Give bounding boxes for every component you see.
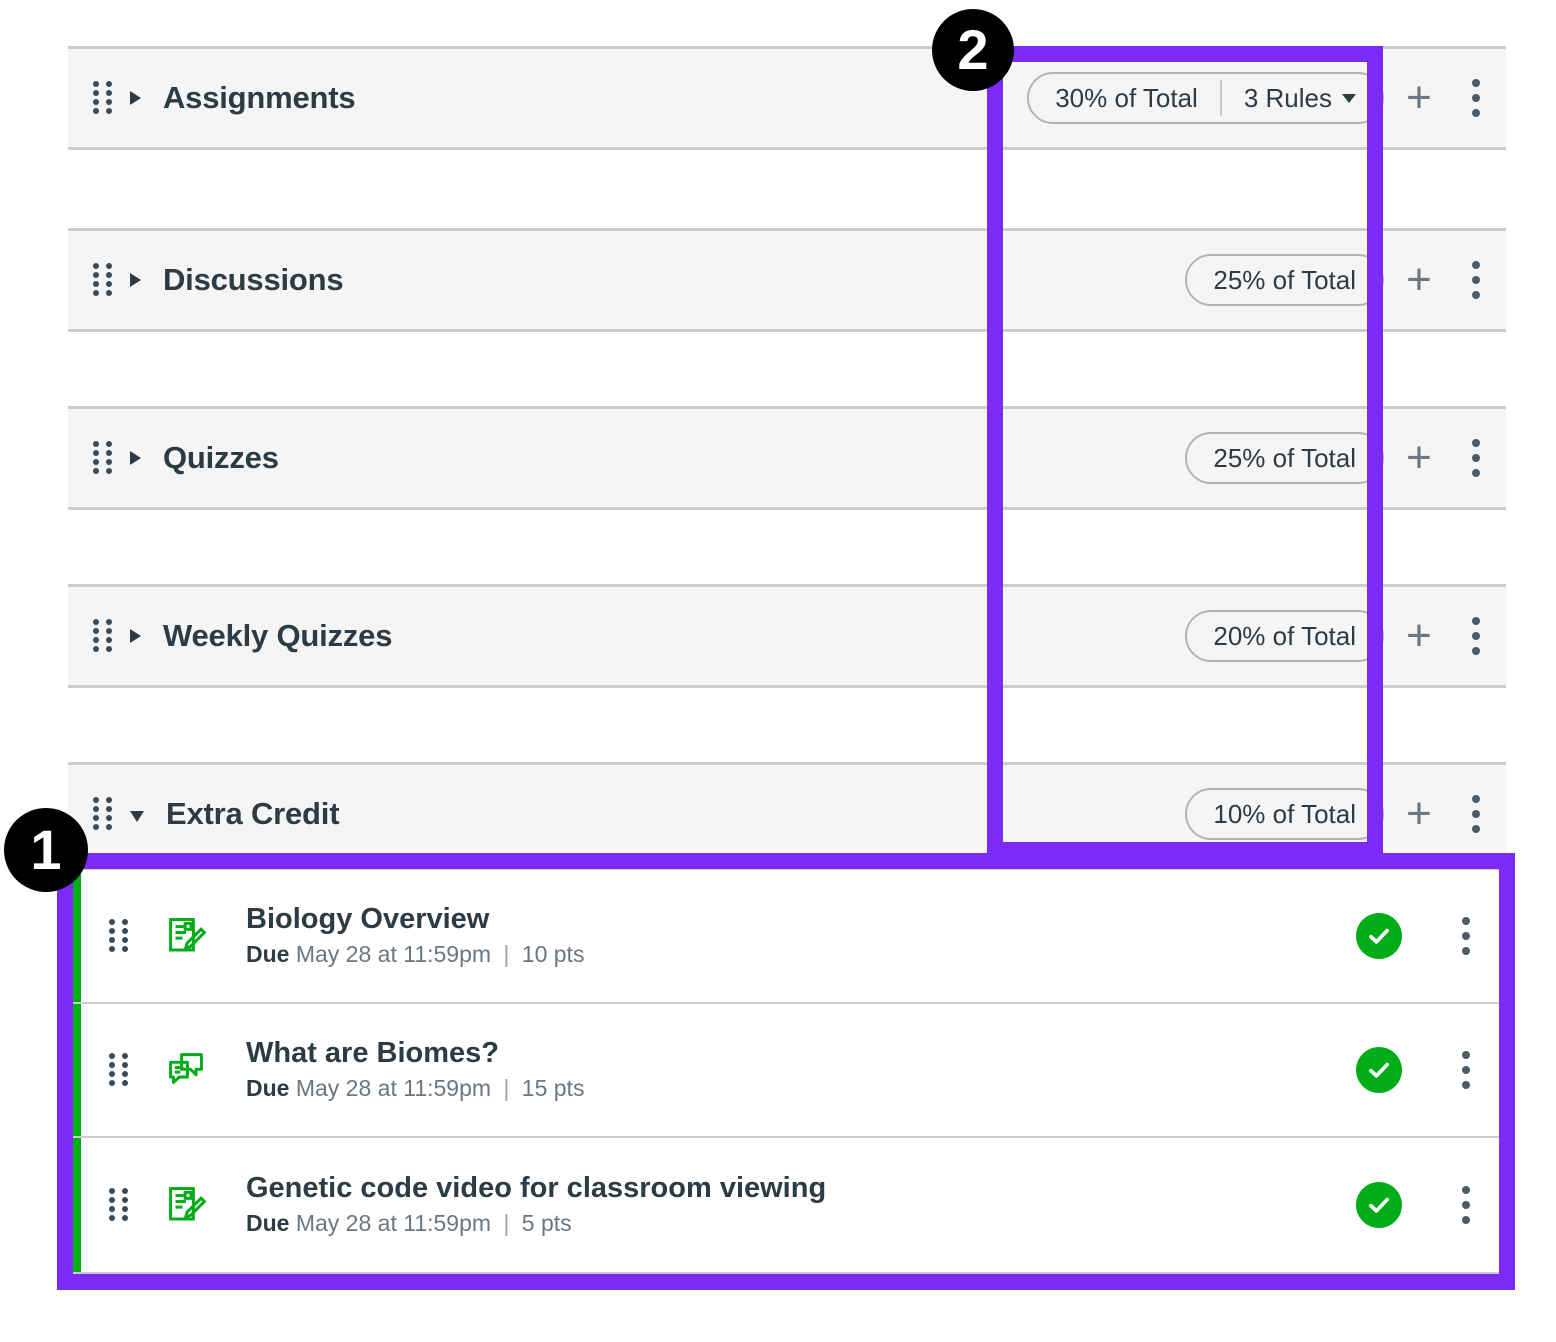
due-date: May 28 at 11:59pm bbox=[295, 941, 492, 968]
discussion-icon bbox=[164, 1048, 208, 1092]
item-text-block: Biology Overview Due May 28 at 11:59pm |… bbox=[246, 904, 584, 967]
add-assignment-button[interactable]: + bbox=[1392, 436, 1446, 480]
kebab-menu-icon[interactable] bbox=[1446, 439, 1506, 477]
triangle-right-icon[interactable] bbox=[130, 273, 141, 287]
drag-handle-icon[interactable] bbox=[92, 263, 114, 297]
group-weight-label: 25% of Total bbox=[1213, 265, 1356, 295]
item-text-block: What are Biomes? Due May 28 at 11:59pm |… bbox=[246, 1038, 584, 1101]
kebab-menu-icon[interactable] bbox=[1436, 1186, 1496, 1224]
add-assignment-button[interactable]: + bbox=[1392, 792, 1446, 836]
drag-handle-icon[interactable] bbox=[92, 441, 114, 475]
kebab-menu-icon[interactable] bbox=[1446, 617, 1506, 655]
meta-separator: | bbox=[503, 941, 510, 968]
due-date: May 28 at 11:59pm bbox=[295, 1210, 492, 1237]
drag-handle-icon[interactable] bbox=[108, 919, 130, 953]
group-rules-label[interactable]: 3 Rules bbox=[1222, 74, 1378, 122]
drag-handle-icon[interactable] bbox=[92, 619, 114, 653]
kebab-menu-icon[interactable] bbox=[1446, 79, 1506, 117]
add-assignment-button[interactable]: + bbox=[1392, 258, 1446, 302]
check-circle-icon[interactable] bbox=[1356, 1182, 1402, 1228]
list-item[interactable]: Biology Overview Due May 28 at 11:59pm |… bbox=[70, 870, 1504, 1004]
group-controls: 25% of Total + bbox=[1185, 432, 1506, 484]
assignment-groups-page: Assignments 30% of Total 3 Rules + Discu… bbox=[0, 0, 1556, 1342]
group-weight-pill[interactable]: 10% of Total bbox=[1185, 788, 1384, 840]
group-title: Extra Credit bbox=[166, 796, 340, 831]
meta-separator: | bbox=[503, 1210, 510, 1237]
add-assignment-button[interactable]: + bbox=[1392, 614, 1446, 658]
assignment-list: Biology Overview Due May 28 at 11:59pm |… bbox=[68, 868, 1506, 1274]
meta-separator: | bbox=[503, 1075, 510, 1102]
add-assignment-button[interactable]: + bbox=[1392, 76, 1446, 120]
group-weight-pill[interactable]: 30% of Total 3 Rules bbox=[1027, 72, 1384, 124]
published-indicator-bar bbox=[70, 870, 81, 1002]
due-label: Due bbox=[246, 941, 290, 968]
due-date: May 28 at 11:59pm bbox=[295, 1075, 492, 1102]
points-value: 10 pts bbox=[521, 941, 585, 968]
triangle-down-icon[interactable] bbox=[130, 810, 144, 822]
group-controls: 10% of Total + bbox=[1185, 788, 1506, 840]
published-indicator-bar bbox=[70, 1138, 81, 1272]
due-label: Due bbox=[246, 1210, 290, 1237]
assignment-icon bbox=[164, 914, 208, 958]
assignment-icon bbox=[164, 1183, 208, 1227]
item-text-block: Genetic code video for classroom viewing… bbox=[246, 1173, 826, 1236]
kebab-menu-icon[interactable] bbox=[1446, 795, 1506, 833]
group-row-discussions[interactable]: Discussions 25% of Total + bbox=[68, 228, 1506, 332]
points-value: 5 pts bbox=[521, 1210, 572, 1237]
drag-handle-icon[interactable] bbox=[108, 1053, 130, 1087]
due-label: Due bbox=[246, 1075, 290, 1102]
group-weight-pill[interactable]: 25% of Total bbox=[1185, 254, 1384, 306]
assignment-title[interactable]: Genetic code video for classroom viewing bbox=[246, 1173, 826, 1205]
chevron-down-icon bbox=[1342, 93, 1356, 103]
check-circle-icon[interactable] bbox=[1356, 913, 1402, 959]
item-controls bbox=[1356, 913, 1504, 959]
annotation-badge-1: 1 bbox=[4, 808, 88, 892]
group-row-weekly-quizzes[interactable]: Weekly Quizzes 20% of Total + bbox=[68, 584, 1506, 688]
group-title: Quizzes bbox=[163, 440, 279, 475]
group-title: Assignments bbox=[163, 80, 356, 115]
published-indicator-bar bbox=[70, 1004, 81, 1136]
item-controls bbox=[1356, 1047, 1504, 1093]
drag-handle-icon[interactable] bbox=[92, 797, 114, 831]
group-weight-label: 20% of Total bbox=[1213, 621, 1356, 651]
group-weight-label: 30% of Total bbox=[1055, 83, 1198, 113]
group-weight-label: 25% of Total bbox=[1213, 443, 1356, 473]
group-controls: 30% of Total 3 Rules + bbox=[1027, 72, 1506, 124]
group-row-extra-credit[interactable]: Extra Credit 10% of Total + bbox=[68, 762, 1506, 866]
assignment-meta: Due May 28 at 11:59pm | 15 pts bbox=[246, 1076, 584, 1101]
assignment-meta: Due May 28 at 11:59pm | 10 pts bbox=[246, 942, 584, 967]
group-controls: 20% of Total + bbox=[1185, 610, 1506, 662]
group-controls: 25% of Total + bbox=[1185, 254, 1506, 306]
kebab-menu-icon[interactable] bbox=[1436, 1051, 1496, 1089]
triangle-right-icon[interactable] bbox=[130, 629, 141, 643]
group-weight-label: 10% of Total bbox=[1213, 799, 1356, 829]
group-title: Discussions bbox=[163, 262, 344, 297]
kebab-menu-icon[interactable] bbox=[1436, 917, 1496, 955]
drag-handle-icon[interactable] bbox=[108, 1188, 130, 1222]
assignment-meta: Due May 28 at 11:59pm | 5 pts bbox=[246, 1211, 826, 1236]
annotation-badge-2: 2 bbox=[932, 9, 1014, 91]
list-item[interactable]: What are Biomes? Due May 28 at 11:59pm |… bbox=[70, 1004, 1504, 1138]
assignment-title[interactable]: What are Biomes? bbox=[246, 1038, 584, 1070]
kebab-menu-icon[interactable] bbox=[1446, 261, 1506, 299]
group-title: Weekly Quizzes bbox=[163, 618, 393, 653]
item-controls bbox=[1356, 1182, 1504, 1228]
triangle-right-icon[interactable] bbox=[130, 451, 141, 465]
triangle-right-icon[interactable] bbox=[130, 91, 141, 105]
points-value: 15 pts bbox=[521, 1075, 585, 1102]
list-item[interactable]: Genetic code video for classroom viewing… bbox=[70, 1138, 1504, 1272]
check-circle-icon[interactable] bbox=[1356, 1047, 1402, 1093]
group-row-quizzes[interactable]: Quizzes 25% of Total + bbox=[68, 406, 1506, 510]
drag-handle-icon[interactable] bbox=[92, 81, 114, 115]
group-row-assignments[interactable]: Assignments 30% of Total 3 Rules + bbox=[68, 46, 1506, 150]
group-weight-pill[interactable]: 20% of Total bbox=[1185, 610, 1384, 662]
assignment-title[interactable]: Biology Overview bbox=[246, 904, 584, 936]
group-weight-pill[interactable]: 25% of Total bbox=[1185, 432, 1384, 484]
